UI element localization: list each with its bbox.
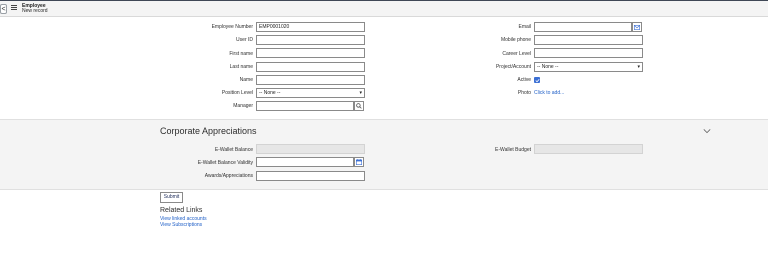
chevron-down-icon: ▾ <box>359 90 362 96</box>
section-title: Corporate Appreciations <box>160 126 257 136</box>
checkmark-icon <box>534 78 540 82</box>
career-level-label: Career Level <box>502 51 531 57</box>
wallet-budget-label: E-Wallet Budget <box>495 147 531 153</box>
awards-field[interactable] <box>256 171 365 181</box>
name-label: Name <box>239 77 253 83</box>
menu-icon[interactable] <box>11 5 17 11</box>
manager-lookup-button[interactable] <box>354 101 364 111</box>
career-level-field[interactable] <box>534 48 643 58</box>
related-links-title: Related Links <box>160 207 203 214</box>
email-label: Email <box>518 24 531 30</box>
project-account-select[interactable]: -- None -- ▾ <box>534 62 643 72</box>
form-subtitle: New record <box>22 8 48 14</box>
position-level-select[interactable]: -- None -- ▾ <box>256 88 365 98</box>
view-subscriptions-link[interactable]: View Subscriptions <box>160 222 202 228</box>
chevron-down-icon: ▾ <box>637 64 640 70</box>
wallet-validity-label: E-Wallet Balance Validity <box>197 160 253 166</box>
position-level-label: Position Level <box>221 90 253 96</box>
search-icon <box>356 103 362 109</box>
chevron-down-icon[interactable] <box>703 128 711 134</box>
email-icon <box>634 24 640 30</box>
wallet-validity-field[interactable] <box>256 157 354 167</box>
wallet-budget-field <box>534 144 643 154</box>
active-checkbox[interactable] <box>534 77 540 83</box>
mobile-phone-field[interactable] <box>534 35 643 45</box>
wallet-balance-field <box>256 144 365 154</box>
email-field[interactable] <box>534 22 632 32</box>
calendar-icon <box>356 159 362 165</box>
name-field[interactable] <box>256 75 365 85</box>
wallet-balance-label: E-Wallet Balance <box>214 147 253 153</box>
user-id-label: User ID <box>236 37 253 43</box>
date-picker-button[interactable] <box>354 157 364 167</box>
last-name-label: Last name <box>229 64 253 70</box>
email-send-button[interactable] <box>632 22 642 32</box>
first-name-label: First name <box>229 51 253 57</box>
awards-label: Awards/Appreciations <box>204 173 253 179</box>
active-label: Active <box>517 77 531 83</box>
photo-label: Photo <box>517 90 531 96</box>
photo-add-link[interactable]: Click to add... <box>534 90 564 96</box>
submit-button[interactable]: Submit <box>160 192 183 203</box>
last-name-field[interactable] <box>256 62 365 72</box>
user-id-field[interactable] <box>256 35 365 45</box>
form-header: < Employee New record <box>0 1 768 17</box>
appreciations-section <box>0 119 768 190</box>
project-account-label: Project/Account <box>495 64 531 70</box>
manager-field[interactable] <box>256 101 354 111</box>
position-level-value: -- None -- <box>259 90 281 96</box>
back-button[interactable]: < <box>0 4 7 14</box>
manager-label: Manager <box>233 103 253 109</box>
first-name-field[interactable] <box>256 48 365 58</box>
employee-number-field[interactable]: EMP0001020 <box>256 22 365 32</box>
chevron-left-icon: < <box>1 5 6 13</box>
employee-number-label: Employee Number <box>211 24 253 30</box>
mobile-phone-label: Mobile phone <box>500 37 531 43</box>
project-account-value: -- None -- <box>537 64 559 70</box>
